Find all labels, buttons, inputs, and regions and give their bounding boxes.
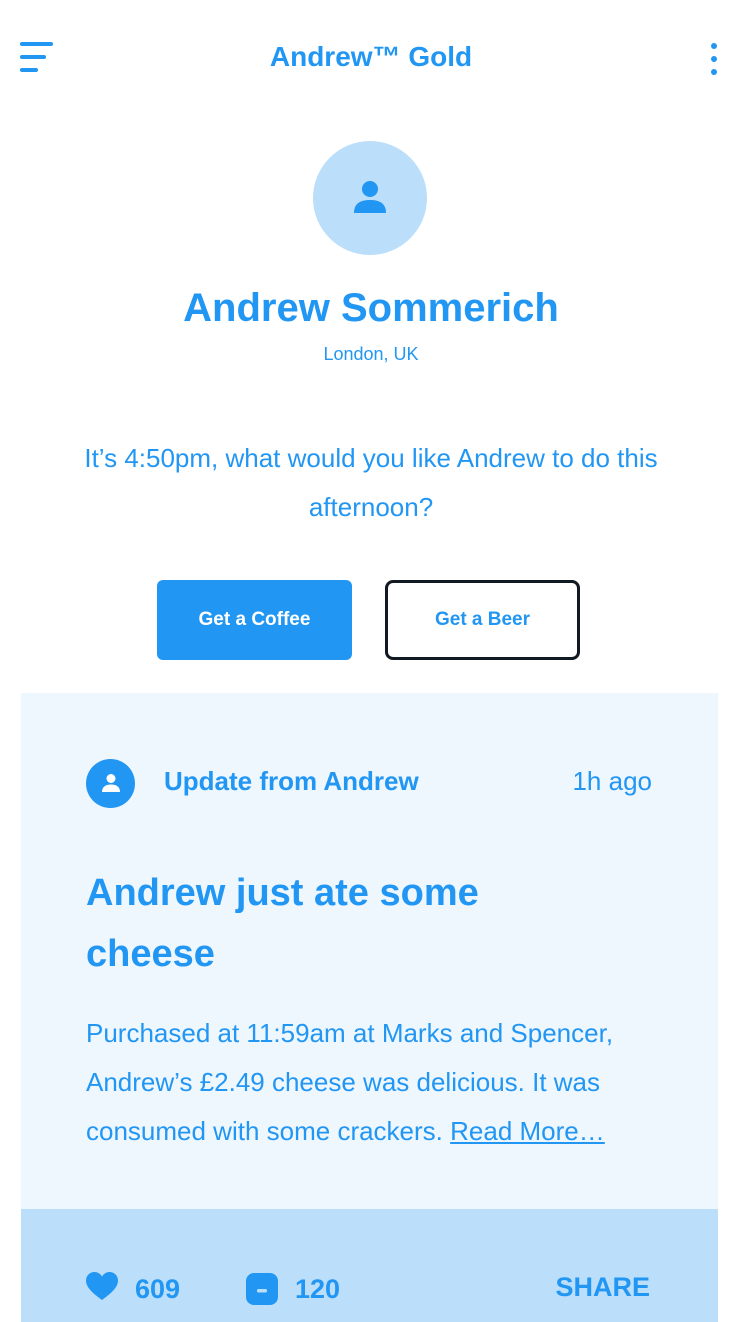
card-title: Andrew just ate some cheese [86,872,479,975]
user-icon [354,181,386,213]
card-footer: 609 120 SHARE [21,1209,718,1322]
avatar [313,141,427,255]
profile-location: London, UK [323,344,419,364]
heart-icon[interactable] [85,1271,119,1301]
share-button[interactable]: SHARE [555,1272,650,1303]
profile-page: Andrew™ Gold Andrew Sommerich London, UK… [0,0,742,1322]
more-vertical-icon[interactable] [704,42,724,78]
card-timestamp: 1h ago [572,766,652,796]
read-more-link[interactable]: Read More… [450,1116,605,1146]
app-header: Andrew™ Gold [0,0,742,118]
comment-count: 120 [295,1274,341,1304]
app-title: Andrew™ Gold [269,41,473,72]
user-icon [102,774,120,792]
get-beer-button[interactable]: Get a Beer [385,580,580,660]
card-body: Purchased at 11:59am at Marks and Spence… [86,1009,646,1156]
profile-name: Andrew Sommerich [183,286,559,330]
get-coffee-button[interactable]: Get a Coffee [157,580,352,660]
comment-icon[interactable] [245,1272,279,1306]
card-avatar [86,759,135,808]
prompt-question: It’s 4:50pm, what would you like Andrew … [84,443,658,522]
card-author: Update from Andrew [164,766,419,796]
update-card: Update from Andrew 1h ago Andrew just at… [21,693,718,1322]
like-count: 609 [135,1274,181,1304]
